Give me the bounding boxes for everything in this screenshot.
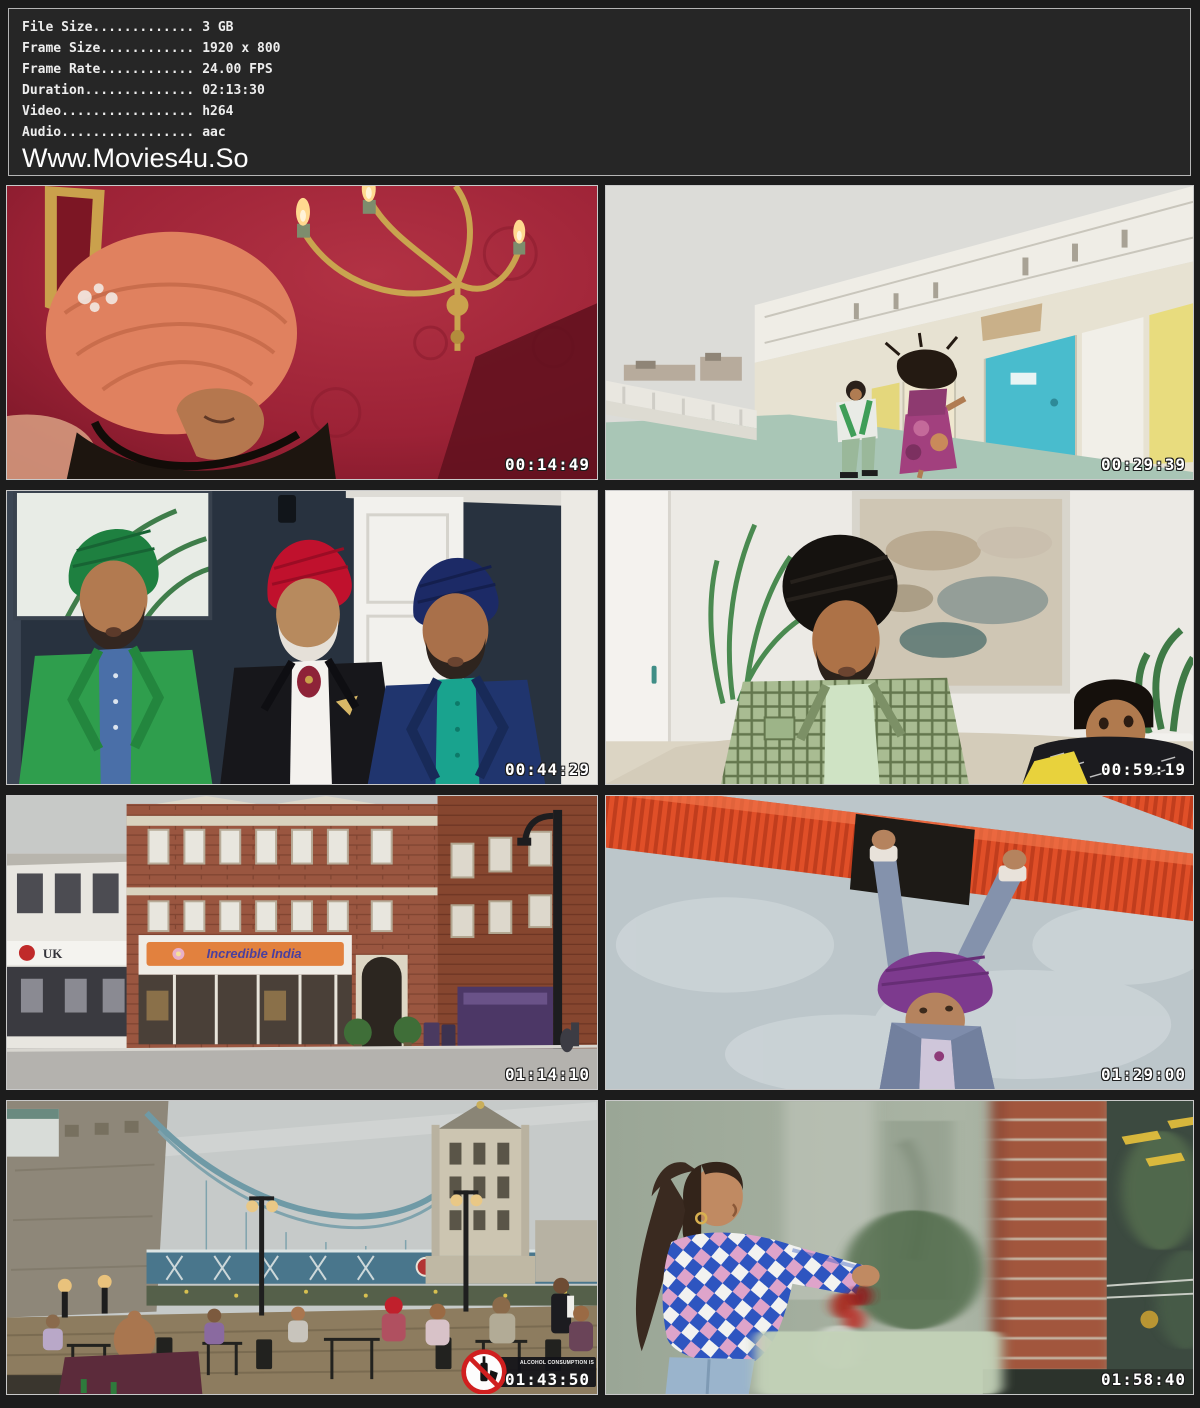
- screenshot-3: 00:44:29: [6, 490, 598, 785]
- dot-leader: ............: [100, 62, 194, 77]
- timestamp: 00:59:19: [1101, 760, 1186, 779]
- screenshot-6: 01:29:00: [605, 795, 1194, 1090]
- dot-leader: .................: [61, 104, 194, 119]
- info-value: aac: [194, 125, 225, 140]
- screenshot-grid: 00:14:49: [0, 185, 1200, 1395]
- info-value: 24.00 FPS: [194, 62, 272, 77]
- timestamp: 00:29:39: [1101, 455, 1186, 474]
- screenshot-7: ALCOHOL CONSUMPTION IS INJURIOUS 01:43:5…: [6, 1100, 598, 1395]
- no-alcohol-icon: [460, 1348, 508, 1395]
- scene-three-men-illustration: [7, 491, 597, 784]
- scene-street-illustration: UK Incredible India: [7, 796, 597, 1089]
- storefront-sign-incredible-india: Incredible India: [207, 946, 302, 961]
- info-row-frame-size: Frame Size............1920 x 800: [22, 38, 1180, 59]
- screenshot-1: 00:14:49: [6, 185, 598, 480]
- timestamp: 00:44:29: [505, 760, 590, 779]
- screenshot-4: 00:59:19: [605, 490, 1194, 785]
- info-label: Frame Size: [22, 41, 100, 56]
- shop-sign-uk: UK: [43, 946, 62, 961]
- timestamp: 01:43:50: [505, 1370, 590, 1389]
- info-label: Frame Rate: [22, 62, 100, 77]
- info-row-audio: Audio.................aac: [22, 122, 1180, 143]
- scene-beach-huts-illustration: [606, 186, 1193, 479]
- info-value: h264: [194, 104, 233, 119]
- info-label: Video: [22, 104, 61, 119]
- scene-red-room-illustration: [7, 186, 597, 479]
- scene-hanging-pipe-illustration: [606, 796, 1193, 1089]
- timestamp: 01:14:10: [505, 1065, 590, 1084]
- info-row-frame-rate: Frame Rate............24.00 FPS: [22, 59, 1180, 80]
- timestamp: 00:14:49: [505, 455, 590, 474]
- timestamp: 01:58:40: [1101, 1370, 1186, 1389]
- scene-living-room-illustration: [606, 491, 1193, 784]
- dot-leader: ............: [100, 41, 194, 56]
- screenshot-8: 01:58:40: [605, 1100, 1194, 1395]
- screenshot-2: 00:29:39: [605, 185, 1194, 480]
- info-value: 02:13:30: [194, 83, 265, 98]
- info-label: Audio: [22, 125, 61, 140]
- info-row-duration: Duration..............02:13:30: [22, 80, 1180, 101]
- info-value: 3 GB: [194, 20, 233, 35]
- screenshot-5: UK Incredible India: [6, 795, 598, 1090]
- dot-leader: .............: [92, 20, 194, 35]
- dot-leader: .................: [61, 125, 194, 140]
- scene-tower-bridge-cafe-illustration: [7, 1101, 597, 1394]
- info-label: Duration: [22, 83, 85, 98]
- dot-leader: ..............: [85, 83, 195, 98]
- info-row-file-size: File Size.............3 GB: [22, 17, 1180, 38]
- alcohol-warning-text: ALCOHOL CONSUMPTION IS INJURIOUS: [520, 1360, 594, 1366]
- media-info-panel: File Size.............3 GB Frame Size...…: [8, 8, 1191, 176]
- scene-spinning-woman-illustration: [606, 1101, 1193, 1394]
- site-watermark: Www.Movies4u.So: [22, 144, 1180, 173]
- timestamp: 01:29:00: [1101, 1065, 1186, 1084]
- info-row-video: Video.................h264: [22, 101, 1180, 122]
- info-value: 1920 x 800: [194, 41, 280, 56]
- info-label: File Size: [22, 20, 92, 35]
